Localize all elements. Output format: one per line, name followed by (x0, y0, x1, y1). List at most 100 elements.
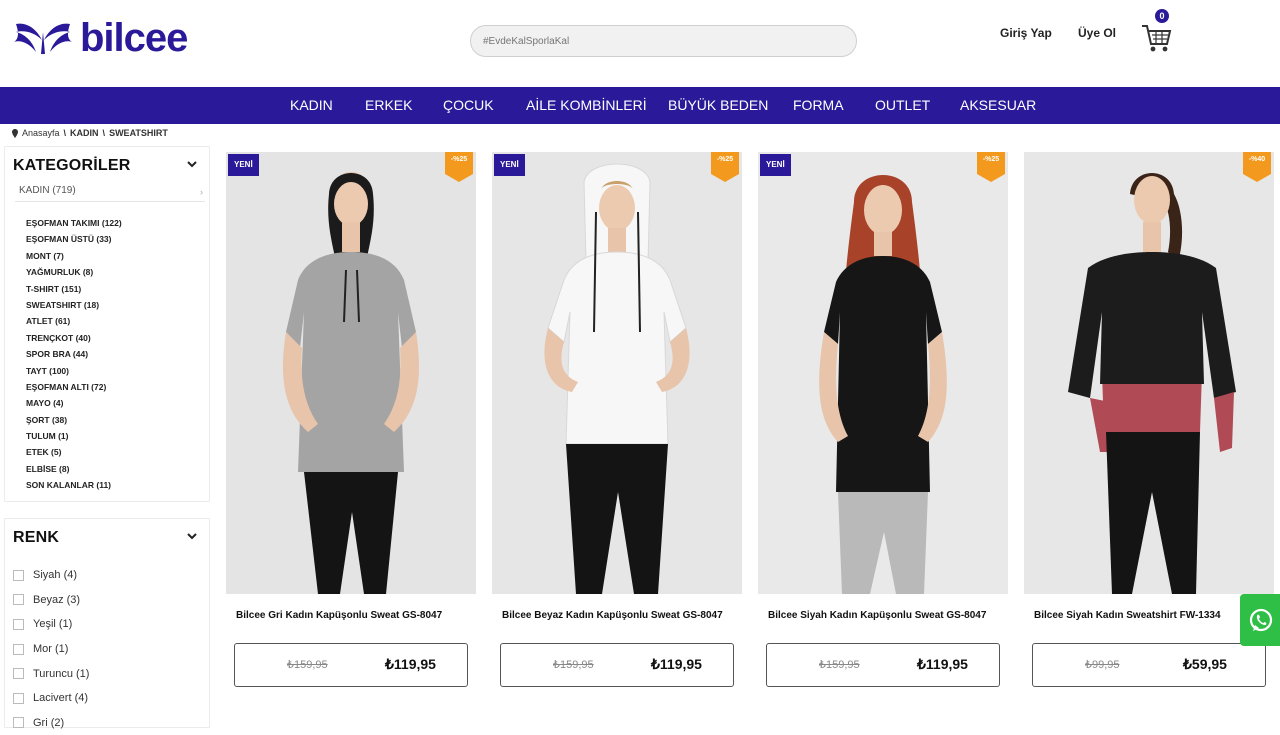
new-price: ₺119,95 (651, 656, 702, 672)
color-option-label: Siyah (4) (33, 569, 78, 582)
color-option-label: Yeşil (1) (33, 618, 73, 631)
chevron-right-icon: › (200, 187, 203, 197)
breadcrumb: Anasayfa \ KADIN \ SWEATSHIRT (12, 128, 168, 138)
color-option-label: Turuncu (1) (33, 667, 90, 680)
checkbox[interactable] (13, 643, 24, 655)
breadcrumb-kadin[interactable]: KADIN (70, 128, 99, 138)
old-price: ₺159,95 (819, 659, 860, 671)
discount-label: -%25 (716, 156, 734, 163)
shopping-cart-icon[interactable] (1140, 18, 1172, 54)
color-option[interactable]: Mor (1) (13, 637, 89, 662)
whatsapp-button[interactable] (1240, 594, 1280, 646)
model-photo-illustration (1024, 152, 1274, 594)
category-item[interactable]: EŞOFMAN TAKIMI (122) (26, 215, 122, 231)
brand-name: bilcee (80, 16, 188, 60)
new-badge: YENİ (760, 154, 791, 176)
color-title: RENK (13, 529, 60, 546)
category-item[interactable]: SWEATSHIRT (18) (26, 297, 122, 313)
nav-item-erkek[interactable]: ERKEK (365, 97, 412, 113)
categories-title: KATEGORİLER (13, 157, 131, 174)
new-badge: YENİ (228, 154, 259, 176)
category-item[interactable]: EŞOFMAN ALTI (72) (26, 379, 122, 395)
category-item[interactable]: ŞORT (38) (26, 412, 122, 428)
color-option[interactable]: Beyaz (3) (13, 588, 89, 613)
product-image[interactable]: -%40 (1024, 152, 1274, 594)
product-card[interactable]: YENİ -%25 Bilcee Beyaz Kadın Kapüşonlu S… (492, 152, 742, 702)
category-item[interactable]: TRENÇKOT (40) (26, 330, 122, 346)
color-filter-panel: RENK Siyah (4) Beyaz (3) Yeşil (1) Mor (… (4, 518, 210, 729)
product-name[interactable]: Bilcee Gri Kadın Kapüşonlu Sweat GS-8047 (236, 610, 442, 621)
category-item[interactable]: T-SHIRT (151) (26, 281, 122, 297)
checkbox[interactable] (13, 668, 24, 680)
price-box[interactable]: ₺159,95 ₺119,95 (766, 643, 1000, 687)
nav-item-aksesuar[interactable]: AKSESUAR (960, 97, 1036, 113)
product-image[interactable]: YENİ -%25 (492, 152, 742, 594)
checkbox[interactable] (13, 594, 24, 606)
login-link[interactable]: Giriş Yap (1000, 26, 1052, 40)
color-option[interactable]: Siyah (4) (13, 563, 89, 588)
product-name[interactable]: Bilcee Beyaz Kadın Kapüşonlu Sweat GS-80… (502, 610, 723, 621)
category-item[interactable]: ETEK (5) (26, 444, 122, 460)
product-name[interactable]: Bilcee Siyah Kadın Kapüşonlu Sweat GS-80… (768, 610, 986, 621)
checkbox[interactable] (13, 618, 24, 630)
product-card[interactable]: -%40 Bilcee Siyah Kadın Sweatshirt FW-13… (1024, 152, 1274, 702)
color-option[interactable]: Lacivert (4) (13, 686, 89, 711)
chevron-down-icon[interactable] (187, 531, 197, 541)
product-image[interactable]: YENİ -%25 (758, 152, 1008, 594)
category-item[interactable]: ATLET (61) (26, 313, 122, 329)
new-price: ₺119,95 (917, 656, 968, 672)
discount-badge: -%25 (711, 152, 739, 182)
nav-item-aile-kombinleri[interactable]: AİLE KOMBİNLERİ (526, 97, 647, 113)
nav-item-kadin[interactable]: KADIN (290, 97, 333, 113)
category-item[interactable]: YAĞMURLUK (8) (26, 264, 122, 280)
product-card[interactable]: YENİ -%25 Bilcee Siyah Kadın Kapüşonlu S… (758, 152, 1008, 702)
divider (15, 201, 205, 202)
nav-item-buyuk-beden[interactable]: BÜYÜK BEDEN (668, 97, 768, 113)
price-box[interactable]: ₺99,95 ₺59,95 (1032, 643, 1266, 687)
color-option[interactable]: Turuncu (1) (13, 661, 89, 686)
price-box[interactable]: ₺159,95 ₺119,95 (500, 643, 734, 687)
category-item[interactable]: MONT (7) (26, 248, 122, 264)
checkbox[interactable] (13, 569, 24, 581)
color-list: Siyah (4) Beyaz (3) Yeşil (1) Mor (1) Tu… (13, 563, 89, 735)
register-link[interactable]: Üye Ol (1078, 26, 1116, 40)
product-card[interactable]: YENİ -%25 Bilcee Gri Kadın Kapüşonlu Swe… (226, 152, 476, 702)
category-main-kadin[interactable]: KADIN (719) (19, 185, 76, 196)
checkbox[interactable] (13, 717, 24, 729)
chevron-down-icon[interactable] (187, 159, 197, 169)
category-item[interactable]: ELBİSE (8) (26, 461, 122, 477)
category-filter-panel: KATEGORİLER KADIN (719) › EŞOFMAN TAKIMI… (4, 146, 210, 502)
model-photo-illustration (226, 152, 476, 594)
discount-badge: -%40 (1243, 152, 1271, 182)
price-box[interactable]: ₺159,95 ₺119,95 (234, 643, 468, 687)
category-item[interactable]: EŞOFMAN ÜSTÜ (33) (26, 231, 122, 247)
color-option-label: Lacivert (4) (33, 692, 89, 705)
category-item[interactable]: MAYO (4) (26, 395, 122, 411)
new-price: ₺59,95 (1183, 656, 1227, 672)
product-image[interactable]: YENİ -%25 (226, 152, 476, 594)
search-input[interactable] (470, 25, 857, 57)
brand-logo[interactable]: bilcee (12, 16, 212, 60)
product-name[interactable]: Bilcee Siyah Kadın Sweatshirt FW-1334 (1034, 610, 1221, 621)
new-price: ₺119,95 (385, 656, 436, 672)
breadcrumb-separator: \ (102, 128, 106, 138)
new-badge: YENİ (494, 154, 525, 176)
nav-item-cocuk[interactable]: ÇOCUK (443, 97, 494, 113)
breadcrumb-home[interactable]: Anasayfa (22, 128, 60, 138)
checkbox[interactable] (13, 692, 24, 704)
discount-label: -%40 (1248, 156, 1266, 163)
color-option-label: Gri (2) (33, 716, 65, 729)
color-option-label: Beyaz (3) (33, 593, 81, 606)
category-list: EŞOFMAN TAKIMI (122) EŞOFMAN ÜSTÜ (33) M… (26, 215, 122, 494)
category-item[interactable]: SPOR BRA (44) (26, 346, 122, 362)
nav-item-forma[interactable]: FORMA (793, 97, 844, 113)
color-option[interactable]: Gri (2) (13, 711, 89, 735)
discount-badge: -%25 (977, 152, 1005, 182)
category-item[interactable]: TAYT (100) (26, 363, 122, 379)
color-option[interactable]: Yeşil (1) (13, 612, 89, 637)
category-item[interactable]: TULUM (1) (26, 428, 122, 444)
old-price: ₺159,95 (553, 659, 594, 671)
nav-item-outlet[interactable]: OUTLET (875, 97, 930, 113)
color-option-label: Mor (1) (33, 643, 69, 656)
category-item[interactable]: SON KALANLAR (11) (26, 477, 122, 493)
